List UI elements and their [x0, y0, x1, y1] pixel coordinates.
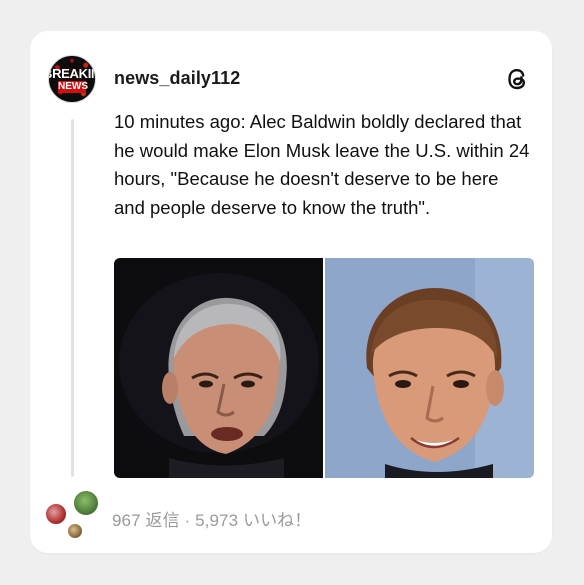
photo-alec-baldwin[interactable] [114, 258, 323, 478]
post-stats: 967 返信 · 5,973 いいね！ [112, 506, 311, 531]
replier-avatar[interactable] [44, 502, 68, 526]
post-media[interactable] [114, 258, 534, 478]
reply-count-link[interactable]: 967 返信 [112, 511, 180, 530]
post-text: 10 minutes ago: Alec Baldwin boldly decl… [114, 111, 530, 218]
photo-elon-musk[interactable] [325, 258, 534, 478]
elon-musk-portrait-icon [325, 258, 534, 478]
replier-avatar[interactable] [66, 522, 84, 540]
stats-separator: · [184, 511, 191, 530]
username-link[interactable]: news_daily112 [114, 68, 240, 89]
account-avatar[interactable]: BREAKING NEWS [48, 55, 96, 103]
replier-avatar[interactable] [72, 489, 100, 517]
threads-logo-icon[interactable] [502, 64, 532, 94]
like-count-link[interactable]: 5,973 いいね！ [195, 511, 311, 530]
avatar-breaking-text: BREAKING [49, 66, 95, 81]
thread-line [71, 119, 74, 477]
avatar-news-text: NEWS [58, 81, 88, 93]
alec-baldwin-portrait-icon [114, 258, 323, 478]
reply-avatars[interactable] [42, 489, 102, 545]
post-card[interactable]: BREAKING NEWS news_daily112 10 minutes a… [30, 31, 552, 553]
